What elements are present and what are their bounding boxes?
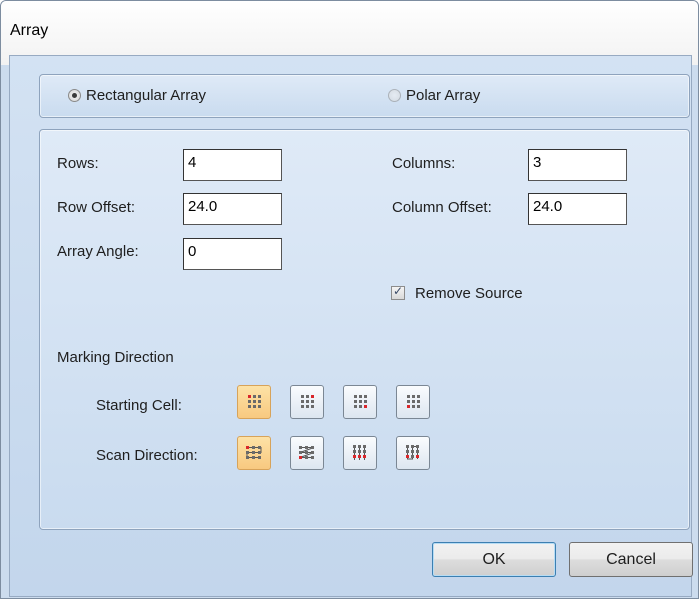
scan-horizontal-return-icon — [299, 446, 315, 459]
rectangular-array-label: Rectangular Array — [86, 87, 207, 104]
scan-direction-label: Scan Direction: — [96, 447, 198, 464]
column-offset-label: Column Offset: — [392, 199, 492, 216]
array-angle-input[interactable]: 0 — [183, 238, 282, 270]
scan-horizontal-zigzag-icon — [246, 446, 262, 459]
start-top-right-button[interactable] — [290, 385, 324, 419]
columns-input[interactable]: 3 — [528, 149, 627, 181]
scan-vertical-zigzag-button[interactable] — [343, 436, 377, 470]
array-angle-label: Array Angle: — [57, 243, 139, 260]
rectangular-array-radio[interactable]: Rectangular Array — [68, 87, 206, 104]
columns-label: Columns: — [392, 155, 456, 172]
polar-array-label: Polar Array — [406, 87, 481, 104]
start-bottom-right-button[interactable] — [343, 385, 377, 419]
window-title: Array — [10, 22, 49, 39]
cancel-button[interactable]: Cancel — [569, 542, 693, 577]
row-offset-input[interactable]: 24.0 — [183, 193, 282, 225]
start-top-left-button[interactable] — [237, 385, 271, 419]
grid-start-top-left-icon — [248, 395, 261, 408]
rows-label: Rows: — [57, 155, 99, 172]
grid-start-bottom-right-icon — [354, 395, 367, 408]
ok-button[interactable]: OK — [432, 542, 556, 577]
start-bottom-left-button[interactable] — [396, 385, 430, 419]
scan-vertical-return-button[interactable] — [396, 436, 430, 470]
checkbox-checked-icon — [391, 284, 405, 300]
grid-start-top-right-icon — [301, 395, 314, 408]
grid-start-bottom-left-icon — [407, 395, 420, 408]
scan-vertical-return-icon — [406, 445, 419, 460]
remove-source-label: Remove Source — [415, 285, 523, 302]
rows-input[interactable]: 4 — [183, 149, 282, 181]
row-offset-label: Row Offset: — [57, 199, 136, 216]
column-offset-input[interactable]: 24.0 — [528, 193, 627, 225]
array-type-panel: Rectangular Array Polar Array — [39, 74, 690, 118]
radio-unselected-icon — [388, 89, 401, 102]
radio-selected-icon — [68, 89, 81, 102]
scan-horizontal-return-button[interactable] — [290, 436, 324, 470]
array-dialog: Array Rectangular Array Polar Array Rows… — [0, 0, 699, 599]
scan-vertical-zigzag-icon — [353, 445, 366, 460]
marking-direction-heading: Marking Direction — [57, 349, 174, 366]
polar-array-radio[interactable]: Polar Array — [388, 87, 480, 104]
scan-horizontal-zigzag-button[interactable] — [237, 436, 271, 470]
starting-cell-label: Starting Cell: — [96, 397, 182, 414]
